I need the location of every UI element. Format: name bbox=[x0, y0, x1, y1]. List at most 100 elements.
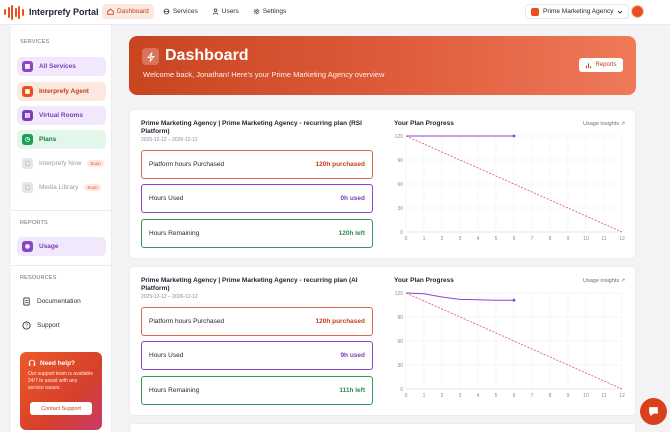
x-tick-label: 4 bbox=[477, 236, 480, 242]
usage-insights-link[interactable]: Usage insights ↗ bbox=[583, 121, 625, 127]
contact-support-button[interactable]: Contact Support bbox=[30, 402, 92, 415]
reports-section-label: REPORTS bbox=[20, 220, 48, 226]
org-name: Prime Marketing Agency bbox=[543, 8, 614, 15]
plan-card bbox=[129, 423, 636, 432]
plan-card: Prime Marketing Agency | Prime Marketing… bbox=[129, 109, 636, 259]
plan-card: Prime Marketing Agency | Prime Marketing… bbox=[129, 266, 636, 416]
stat-value: 120h purchased bbox=[315, 161, 366, 168]
x-tick-label: 6 bbox=[513, 236, 516, 242]
help-circle-icon: ? bbox=[22, 321, 31, 330]
x-tick-label: 3 bbox=[459, 236, 462, 242]
gear-icon bbox=[253, 8, 259, 15]
y-tick-label: 120 bbox=[395, 134, 404, 140]
x-tick-label: 12 bbox=[619, 236, 625, 242]
agent-icon: ▣ bbox=[22, 86, 33, 97]
y-tick-label: 30 bbox=[397, 206, 403, 212]
usage-point bbox=[512, 298, 516, 302]
x-tick-label: 7 bbox=[531, 236, 534, 242]
avatar[interactable] bbox=[631, 5, 644, 18]
stat-value: 9h used bbox=[340, 352, 365, 359]
x-tick-label: 10 bbox=[583, 236, 589, 242]
page-title: Dashboard bbox=[165, 47, 249, 64]
x-tick-label: 9 bbox=[567, 236, 570, 242]
sidebar-item-documentation[interactable]: Documentation bbox=[17, 292, 106, 311]
y-tick-label: 120 bbox=[395, 291, 404, 297]
usage-icon: ◉ bbox=[22, 241, 33, 252]
sidebar-item-interprefy-agent[interactable]: ▣ Interprefy Agent bbox=[17, 82, 106, 101]
sidebar-item-label: Documentation bbox=[37, 298, 81, 305]
x-tick-label: 5 bbox=[495, 393, 498, 399]
plan-title: Prime Marketing Agency | Prime Marketing… bbox=[141, 277, 358, 292]
x-tick-label: 7 bbox=[531, 393, 534, 399]
nav-dashboard[interactable]: Dashboard bbox=[102, 4, 154, 19]
clock-icon: ◷ bbox=[22, 134, 33, 145]
soon-badge: Soon bbox=[87, 160, 104, 167]
stat-label: Platform hours Purchased bbox=[149, 318, 225, 325]
reports-button[interactable]: Reports bbox=[579, 58, 623, 72]
now-icon: ▢ bbox=[22, 158, 33, 169]
svg-text:?: ? bbox=[25, 323, 28, 329]
x-tick-label: 0 bbox=[405, 393, 408, 399]
nav-label: Services bbox=[172, 8, 198, 15]
top-bar: Interprefy Portal Dashboard Services Use… bbox=[0, 0, 670, 25]
y-tick-label: 0 bbox=[400, 230, 403, 236]
sidebar-item-label: Usage bbox=[39, 243, 59, 250]
sidebar-item-interprefy-now[interactable]: ▢ Interprefy Now Soon bbox=[17, 154, 106, 173]
stat-label: Hours Remaining bbox=[149, 387, 200, 394]
stat-label: Hours Used bbox=[149, 195, 184, 202]
y-tick-label: 60 bbox=[397, 182, 403, 188]
logo[interactable]: Interprefy Portal bbox=[4, 4, 99, 20]
hours-used-stat: Hours Used 0h used bbox=[141, 184, 373, 213]
bar-chart-icon bbox=[586, 62, 592, 68]
plan-dates: 2025-12-12 – 2026-12-12 bbox=[141, 294, 198, 300]
sidebar-item-all-services[interactable]: ▦ All Services bbox=[17, 57, 106, 76]
hours-remaining-stat: Hours Remaining 111h left bbox=[141, 376, 373, 405]
chat-button[interactable] bbox=[640, 398, 667, 425]
page-subtitle: Welcome back, Jonathan! Here's your Prim… bbox=[143, 70, 385, 79]
sidebar-item-label: Media Library bbox=[39, 184, 79, 191]
org-selector[interactable]: Prime Marketing Agency bbox=[525, 4, 630, 19]
x-tick-label: 4 bbox=[477, 393, 480, 399]
help-text: Our support team is available 24/7 to as… bbox=[28, 371, 94, 391]
plan-dates: 2025-12-12 – 2026-12-12 bbox=[141, 137, 198, 143]
sidebar-item-label: Plans bbox=[39, 136, 57, 143]
rooms-icon: ▤ bbox=[22, 110, 33, 121]
usage-insights-link[interactable]: Usage insights ↗ bbox=[583, 278, 625, 284]
plan-progress-chart: 03060901200 1 2 3 4 5 6 7 8 9 10 11 12 bbox=[395, 291, 625, 399]
dashboard-hero: Dashboard Welcome back, Jonathan! Here's… bbox=[129, 36, 636, 95]
nav-users[interactable]: Users bbox=[207, 4, 244, 19]
divider bbox=[11, 210, 112, 211]
sidebar-item-label: Interprefy Now bbox=[39, 160, 82, 167]
stat-label: Platform hours Purchased bbox=[149, 161, 225, 168]
nav-label: Settings bbox=[262, 8, 287, 15]
nav-services[interactable]: Services bbox=[158, 4, 203, 19]
stat-label: Hours Remaining bbox=[149, 230, 200, 237]
sidebar-item-label: Virtual Rooms bbox=[39, 112, 83, 119]
stat-value: 120h left bbox=[338, 230, 365, 237]
sidebar-item-virtual-rooms[interactable]: ▤ Virtual Rooms bbox=[17, 106, 106, 125]
x-tick-label: 8 bbox=[549, 236, 552, 242]
x-tick-label: 8 bbox=[549, 393, 552, 399]
sidebar: SERVICES ▦ All Services ▣ Interprefy Age… bbox=[11, 25, 112, 432]
hours-purchased-stat: Platform hours Purchased 120h purchased bbox=[141, 307, 373, 336]
main-nav: Dashboard Services Users Settings bbox=[102, 4, 291, 19]
x-tick-label: 10 bbox=[583, 393, 589, 399]
org-icon bbox=[531, 7, 539, 16]
sidebar-item-usage[interactable]: ◉ Usage bbox=[17, 237, 106, 256]
help-title: Need help? bbox=[28, 359, 94, 367]
grid-icon: ▦ bbox=[22, 61, 33, 72]
sidebar-item-media-library[interactable]: ▢ Media Library Soon bbox=[17, 178, 106, 197]
media-icon: ▢ bbox=[22, 182, 33, 193]
stat-value: 120h purchased bbox=[315, 318, 366, 325]
lightning-icon bbox=[142, 48, 159, 65]
sidebar-item-support[interactable]: ? Support bbox=[17, 316, 106, 335]
x-tick-label: 2 bbox=[441, 236, 444, 242]
help-card: Need help? Our support team is available… bbox=[20, 352, 102, 430]
chevron-down-icon bbox=[618, 10, 623, 14]
nav-settings[interactable]: Settings bbox=[248, 4, 292, 19]
x-tick-label: 0 bbox=[405, 236, 408, 242]
hours-remaining-stat: Hours Remaining 120h left bbox=[141, 219, 373, 248]
sidebar-item-plans[interactable]: ◷ Plans bbox=[17, 130, 106, 149]
help-title-text: Need help? bbox=[40, 359, 76, 367]
x-tick-label: 11 bbox=[601, 236, 606, 242]
